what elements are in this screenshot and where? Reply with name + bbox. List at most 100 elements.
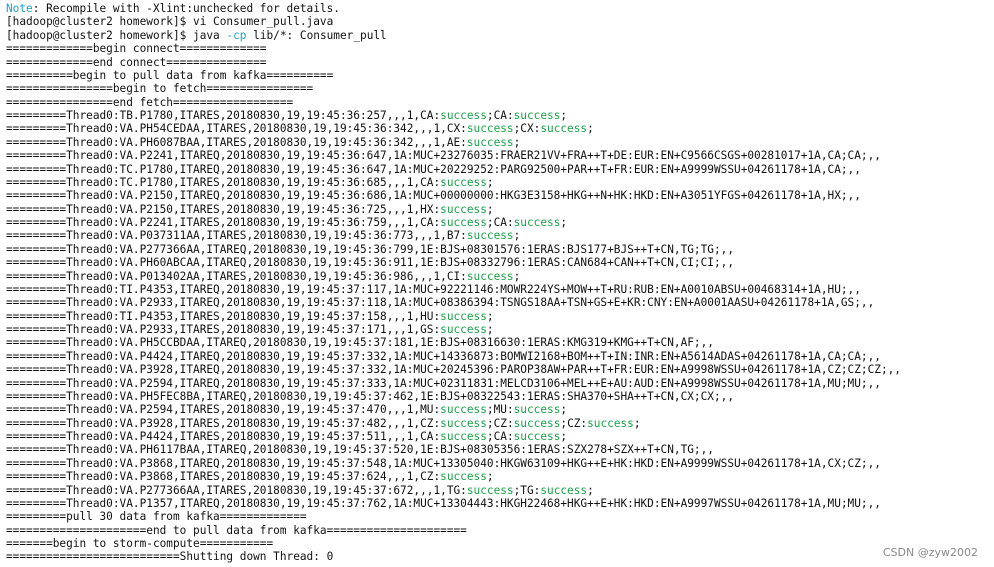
success-text: success xyxy=(513,416,561,430)
success-text: success xyxy=(513,430,561,443)
terminal-line: =========Thread0:VA.PH6087BAA,ITARES,201… xyxy=(6,136,994,149)
terminal-line: =========Thread0:VA.PH60ABCAA,ITAREQ,201… xyxy=(6,256,994,269)
line-text: : Recompile with -Xlint:unchecked for de… xyxy=(32,2,340,15)
line-text: ; xyxy=(560,430,568,443)
line-text: =========pull 30 data from kafka========… xyxy=(6,510,307,524)
terminal-line: =========Thread0:VA.P2241,ITARES,2018083… xyxy=(6,216,994,229)
line-text: ; xyxy=(486,323,494,336)
line-text: =========Thread0:VA.PH6117BAA,ITAREQ,201… xyxy=(6,443,714,457)
line-text: ==========================Shutting down … xyxy=(6,550,334,564)
line-text: =============end connect=============== xyxy=(6,55,267,69)
success-text: success xyxy=(466,229,514,243)
line-text: =========Thread0:VA.P2150,ITARES,2018083… xyxy=(6,202,441,216)
terminal-line: [hadoop@cluster2 homework]$ java -cp lib… xyxy=(6,29,994,42)
line-text: =========Thread0:VA.P2594,ITAREQ,2018083… xyxy=(6,376,881,390)
terminal-line: =========Thread0:VA.P3868,ITAREQ,2018083… xyxy=(6,457,994,470)
line-text: ;CZ: xyxy=(560,416,588,430)
highlight-text: Note xyxy=(6,2,33,15)
terminal-line: =========Thread0:VA.P2241,ITAREQ,2018083… xyxy=(6,149,994,162)
success-text: success xyxy=(440,202,487,216)
line-text: ; xyxy=(560,403,568,417)
terminal-line: =========Thread0:TI.P4353,ITARES,2018083… xyxy=(6,310,994,323)
terminal-line: =========Thread0:VA.P4424,ITARES,2018083… xyxy=(6,430,994,443)
terminal-line: [hadoop@cluster2 homework]$ vi Consumer_… xyxy=(6,15,994,28)
success-text: success xyxy=(466,122,514,136)
terminal-line: =========Thread0:TC.P1780,ITAREQ,2018083… xyxy=(6,163,994,176)
line-text: ; xyxy=(513,135,521,149)
terminal-line: =============end connect=============== xyxy=(6,56,994,69)
success-text: success xyxy=(513,216,561,229)
success-text: success xyxy=(540,483,588,497)
csdn-watermark: CSDN @zyw2002 xyxy=(882,546,978,559)
line-text: =========Thread0:VA.P2933,ITARES,2018083… xyxy=(6,323,441,336)
terminal-line: Note: Recompile with -Xlint:unchecked fo… xyxy=(6,2,994,15)
line-text: lib/*: Consumer_pull xyxy=(246,28,387,42)
success-text: success xyxy=(440,470,487,484)
terminal-line: =========Thread0:VA.PH5CCBDAA,ITAREQ,201… xyxy=(6,336,994,349)
success-text: success xyxy=(440,403,487,417)
line-text: =========Thread0:TI.P4353,ITAREQ,2018083… xyxy=(6,282,861,296)
line-text: =========Thread0:VA.PH60ABCAA,ITAREQ,201… xyxy=(6,256,735,270)
terminal-line: =========Thread0:VA.P2594,ITAREQ,2018083… xyxy=(6,377,994,390)
line-text: =========Thread0:VA.P3928,ITARES,2018083… xyxy=(6,416,441,430)
line-text: =========Thread0:VA.P3868,ITARES,2018083… xyxy=(6,470,441,484)
line-text: ================end fetch===============… xyxy=(6,95,294,109)
success-text: success xyxy=(440,323,487,336)
success-text: success xyxy=(466,269,514,283)
line-text: =========Thread0:VA.P2241,ITARES,2018083… xyxy=(6,216,441,229)
terminal-line: ================begin to fetch==========… xyxy=(6,82,994,95)
line-text: ; xyxy=(513,229,521,243)
line-text: =========Thread0:VA.P3928,ITAREQ,2018083… xyxy=(6,363,901,377)
terminal-line: ================end fetch===============… xyxy=(6,96,994,109)
terminal-line: =========Thread0:VA.PH5FEC8BA,ITAREQ,201… xyxy=(6,390,994,403)
line-text: =========Thread0:VA.P3868,ITAREQ,2018083… xyxy=(6,456,881,470)
terminal-window[interactable]: Note: Recompile with -Xlint:unchecked fo… xyxy=(0,0,994,567)
success-text: success xyxy=(440,175,487,189)
line-text: ;MU: xyxy=(486,403,514,417)
line-text: ; xyxy=(560,216,568,229)
line-text: ; xyxy=(486,470,494,484)
terminal-line: =========Thread0:VA.P2150,ITAREQ,2018083… xyxy=(6,189,994,202)
highlight-text: -cp xyxy=(226,28,247,42)
terminal-line: =========Thread0:TB.P1780,ITARES,2018083… xyxy=(6,109,994,122)
line-text: =========Thread0:VA.P2933,ITAREQ,2018083… xyxy=(6,296,875,310)
line-text: =========Thread0:VA.PH5CCBDAA,ITAREQ,201… xyxy=(6,336,714,350)
line-text: [hadoop@cluster2 homework]$ vi Consumer_… xyxy=(6,15,334,29)
line-text: ; xyxy=(486,202,494,216)
line-text: =====================end to pull data fr… xyxy=(6,523,467,537)
line-text: ;TG: xyxy=(513,483,541,497)
terminal-line: =====================end to pull data fr… xyxy=(6,524,994,537)
line-text: ==========begin to pull data from kafka=… xyxy=(6,68,334,82)
terminal-line: =========Thread0:VA.P3928,ITAREQ,2018083… xyxy=(6,363,994,376)
success-text: success xyxy=(440,430,487,443)
terminal-line: =========Thread0:TI.P4353,ITAREQ,2018083… xyxy=(6,283,994,296)
line-text: =========Thread0:VA.P4424,ITARES,2018083… xyxy=(6,430,441,443)
line-text: =========Thread0:VA.P277366AA,ITAREQ,201… xyxy=(6,242,735,256)
line-text: ; xyxy=(486,175,494,189)
line-text: ================begin to fetch==========… xyxy=(6,82,314,96)
success-text: success xyxy=(540,122,588,136)
terminal-line: =========Thread0:VA.P2933,ITAREQ,2018083… xyxy=(6,296,994,309)
line-text: =========Thread0:TB.P1780,ITARES,2018083… xyxy=(6,109,441,122)
terminal-line: =============begin connect============= xyxy=(6,42,994,55)
terminal-line: =========Thread0:VA.P2150,ITARES,2018083… xyxy=(6,203,994,216)
success-text: success xyxy=(587,416,634,430)
terminal-line: =========Thread0:VA.P2594,ITARES,2018083… xyxy=(6,403,994,416)
line-text: =========Thread0:VA.P2594,ITARES,2018083… xyxy=(6,403,441,417)
line-text: ; xyxy=(587,483,594,497)
terminal-line: =========Thread0:VA.P3868,ITARES,2018083… xyxy=(6,470,994,483)
line-text: =========Thread0:VA.P013402AA,ITARES,201… xyxy=(6,269,467,283)
terminal-line: =======begin to storm-compute=========== xyxy=(6,537,994,550)
line-text: [hadoop@cluster2 homework]$ java xyxy=(6,28,227,42)
terminal-line: =========Thread0:VA.P3928,ITARES,2018083… xyxy=(6,417,994,430)
success-text: success xyxy=(440,216,487,229)
terminal-line: =========Thread0:VA.P1357,ITAREQ,2018083… xyxy=(6,497,994,510)
line-text: =========Thread0:TI.P4353,ITARES,2018083… xyxy=(6,309,441,323)
success-text: success xyxy=(513,109,561,122)
line-text: =========Thread0:VA.PH5FEC8BA,ITAREQ,201… xyxy=(6,389,735,403)
terminal-output: Note: Recompile with -Xlint:unchecked fo… xyxy=(6,2,994,564)
success-text: success xyxy=(440,416,487,430)
terminal-line: ==========================Shutting down … xyxy=(6,550,994,563)
line-text: =========Thread0:VA.P1357,ITAREQ,2018083… xyxy=(6,496,881,510)
success-text: success xyxy=(466,135,514,149)
